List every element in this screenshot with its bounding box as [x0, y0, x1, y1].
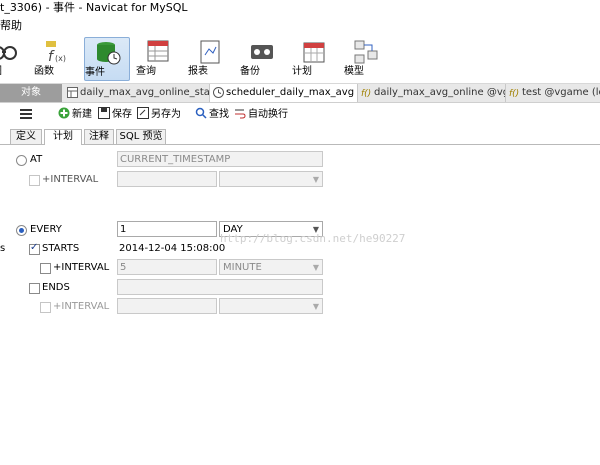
toolbar-query-label: 查询 [136, 66, 156, 77]
inner-tabs: 定义 计划 注释 SQL 预览 [0, 128, 600, 145]
tab-test[interactable]: f() test @vgame (loc [506, 84, 600, 102]
at-interval-unit-select[interactable]: ▼ [219, 171, 323, 187]
tab-label: daily_max_avg_online_statist... [80, 87, 210, 98]
starts-value-field[interactable]: 2014-12-04 15:08:00 [119, 242, 225, 256]
ends-interval-checkbox[interactable] [40, 302, 51, 313]
every-radio[interactable] [16, 225, 27, 236]
report-icon [196, 39, 224, 65]
starts-interval-value-field[interactable]: 5 [117, 259, 217, 275]
toolbar-view-label: 视图 [0, 65, 2, 78]
tab-daily-max-avg-online[interactable]: f() daily_max_avg_online @vga... [358, 84, 506, 102]
left-edge-text: s [0, 243, 6, 254]
new-button[interactable]: 新建 [58, 107, 92, 123]
svg-text:f: f [48, 49, 55, 65]
schedule-icon [300, 39, 328, 65]
toolbar-model-button[interactable]: 模型 [344, 37, 388, 81]
window-title: t_3306) - 事件 - Navicat for MySQL [0, 0, 600, 17]
toolbar-backup-label: 备份 [240, 66, 260, 77]
at-value-field[interactable]: CURRENT_TIMESTAMP [117, 151, 323, 167]
save-icon [98, 107, 110, 119]
tab-label: daily_max_avg_online @vga... [374, 87, 505, 98]
starts-interval-unit-value: MINUTE [223, 262, 262, 273]
tab-sql-preview[interactable]: SQL 预览 [116, 129, 166, 144]
view-icon [0, 39, 18, 65]
search-icon [195, 107, 207, 119]
backup-icon [248, 39, 276, 65]
save-label: 保存 [112, 109, 132, 120]
tab-definition[interactable]: 定义 [10, 129, 42, 144]
find-label: 查找 [209, 109, 229, 120]
toolbar-event-label: 事件 [85, 67, 105, 78]
svg-text:f(): f() [361, 89, 371, 98]
ends-interval-value-field[interactable] [117, 298, 217, 314]
schedule-form: AT CURRENT_TIMESTAMP +INTERVAL ▼ EVERY 1… [0, 145, 600, 465]
tab-label: test @vgame (loc [522, 87, 600, 98]
wrap-icon [234, 107, 246, 119]
save-as-icon [137, 107, 149, 119]
ends-interval-label: +INTERVAL [53, 301, 110, 312]
at-interval-label: +INTERVAL [42, 174, 99, 185]
editor-toolbar: 新建 保存 另存为 查找 自动换行 [0, 103, 600, 127]
toolbar-schedule-button[interactable]: 计划 [292, 37, 336, 81]
tab-objects[interactable]: 对象 [0, 84, 62, 102]
toolbar-model-label: 模型 [344, 66, 364, 77]
toolbar-backup-button[interactable]: 备份 [240, 37, 284, 81]
document-tabs: 对象 daily_max_avg_online_statist... sched… [0, 84, 600, 103]
new-label: 新建 [72, 109, 92, 120]
toolbar-report-button[interactable]: 报表 [188, 37, 232, 81]
toolbar-query-button[interactable]: 查询 [136, 37, 180, 81]
main-toolbar: 视图 f(x) 函数 事件 查询 报表 备份 计划 [0, 35, 600, 84]
every-value-field[interactable]: 1 [117, 221, 217, 237]
tab-comment[interactable]: 注释 [84, 129, 114, 144]
starts-interval-unit-select[interactable]: MINUTE ▼ [219, 259, 323, 275]
function-icon: f() [509, 87, 520, 99]
word-wrap-button[interactable]: 自动换行 [234, 107, 288, 123]
toolbar-schedule-label: 计划 [292, 66, 312, 77]
find-button[interactable]: 查找 [195, 107, 229, 123]
ends-value-field[interactable] [117, 279, 323, 295]
svg-text:f(): f() [509, 89, 519, 98]
menu-help[interactable]: 帮助 [0, 19, 22, 32]
ends-checkbox[interactable] [29, 283, 40, 294]
every-label: EVERY [30, 224, 62, 235]
table-icon [67, 87, 78, 98]
ends-interval-unit-select[interactable]: ▼ [219, 298, 323, 314]
save-as-button[interactable]: 另存为 [137, 107, 181, 123]
chevron-down-icon: ▼ [312, 263, 319, 272]
toolbar-report-label: 报表 [188, 66, 208, 77]
wrap-label: 自动换行 [248, 109, 288, 120]
starts-label: STARTS [42, 243, 80, 254]
event-icon [93, 40, 121, 66]
tab-label: scheduler_daily_max_avg @... [226, 87, 357, 98]
toolbar-view-button[interactable]: 视图 [0, 37, 26, 81]
chevron-down-icon: ▼ [312, 302, 319, 311]
svg-text:(x): (x) [55, 54, 66, 63]
menu-bar: 帮助 [0, 17, 600, 35]
model-icon [352, 39, 380, 65]
toolbar-event-button[interactable]: 事件 [84, 37, 130, 81]
function-icon: f (x) [42, 39, 70, 65]
event-icon [213, 87, 224, 98]
toolbar-function-button[interactable]: f (x) 函数 [34, 37, 78, 81]
at-interval-value-field[interactable] [117, 171, 217, 187]
watermark: http://blog.csdn.net/he90227 [220, 232, 406, 245]
starts-interval-checkbox[interactable] [40, 263, 51, 274]
add-icon [58, 107, 70, 119]
at-radio[interactable] [16, 155, 27, 166]
save-as-label: 另存为 [151, 109, 181, 120]
ends-label: ENDS [42, 282, 70, 293]
starts-checkbox[interactable] [29, 242, 40, 255]
at-interval-checkbox[interactable] [29, 175, 40, 186]
query-icon [144, 39, 172, 65]
save-button[interactable]: 保存 [98, 107, 132, 123]
starts-interval-label: +INTERVAL [53, 262, 110, 273]
toolbar-function-label: 函数 [34, 66, 54, 77]
chevron-down-icon: ▼ [312, 175, 319, 184]
tab-scheduler-daily-max-avg[interactable]: scheduler_daily_max_avg @... [210, 84, 358, 102]
tab-daily-max-avg-statistic[interactable]: daily_max_avg_online_statist... [64, 84, 210, 102]
menu-icon[interactable] [20, 109, 32, 119]
tab-schedule[interactable]: 计划 [44, 129, 82, 145]
function-icon: f() [361, 87, 372, 99]
at-label: AT [30, 154, 43, 165]
